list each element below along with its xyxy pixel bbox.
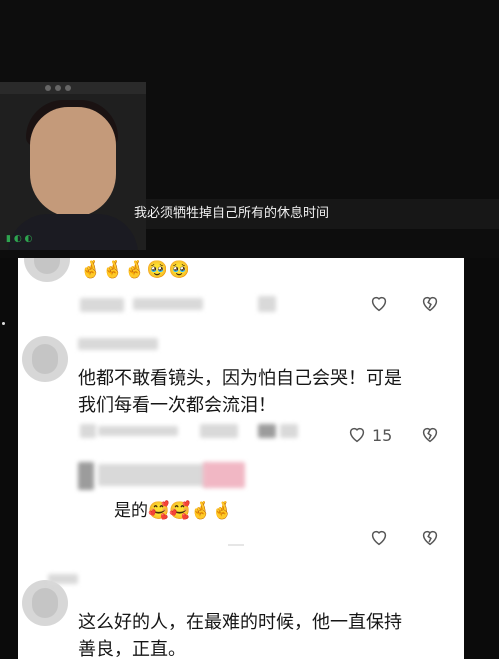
comment-meta-blurred — [258, 424, 276, 438]
person-shirt — [8, 214, 138, 250]
titlebar-dot — [65, 85, 71, 91]
avatar[interactable] — [24, 258, 70, 282]
like-heart-icon[interactable] — [346, 423, 368, 445]
like-count: 15 — [372, 426, 393, 445]
comment-panel: 🤞🤞🤞🥹🥹 他都不敢看镜头，因为怕自己会哭！可是 我们每看一次都会流泪！ 15 … — [18, 258, 464, 659]
username-blurred — [78, 338, 158, 350]
comment-text-line: 我们每看一次都会流泪！ — [78, 395, 276, 416]
reply-avatar-blurred — [78, 462, 94, 490]
comment-meta-blurred — [98, 426, 178, 436]
broken-heart-icon[interactable] — [419, 292, 441, 314]
reply-username-blurred — [98, 464, 208, 486]
person-face — [30, 107, 116, 217]
divider — [228, 544, 244, 546]
broken-heart-icon[interactable] — [419, 423, 441, 445]
comment-meta-blurred — [200, 424, 238, 438]
titlebar-dot — [45, 85, 51, 91]
comment-emojis: 🤞🤞🤞🥹🥹 — [80, 260, 191, 280]
video-subtitle: 我必须牺牲掉自己所有的休息时间 — [134, 199, 499, 229]
avatar[interactable] — [22, 336, 68, 382]
comment-meta-blurred — [80, 298, 124, 312]
side-marker — [2, 322, 5, 325]
comment-meta-blurred — [258, 296, 276, 312]
comment-meta-blurred — [280, 424, 298, 438]
video-controls-icon[interactable]: ▮ ◐ ◐ — [6, 234, 32, 244]
reply-badge-blurred — [203, 462, 245, 488]
reply-text-words: 是的 — [114, 501, 148, 521]
like-heart-icon[interactable] — [368, 292, 390, 314]
avatar[interactable] — [22, 580, 68, 626]
comment-meta-blurred — [80, 424, 96, 438]
reply-emojis: 🥰🥰🤞🤞 — [148, 501, 233, 521]
comment-text-line: 这么好的人，在最难的时候，他一直保持 — [78, 612, 402, 633]
comment-text-line: 善良，正直。 — [78, 639, 186, 659]
comment-text-line: 他都不敢看镜头，因为怕自己会哭！可是 — [78, 368, 402, 389]
username-blurred — [48, 574, 78, 584]
comment-meta-blurred — [133, 298, 203, 310]
titlebar-dot — [55, 85, 61, 91]
reply-text: 是的🥰🥰🤞🤞 — [114, 496, 233, 521]
video-thumbnail[interactable]: ▮ ◐ ◐ — [0, 82, 146, 250]
broken-heart-icon[interactable] — [419, 526, 441, 548]
window-titlebar — [0, 82, 146, 94]
video-area: ▮ ◐ ◐ 我必须牺牲掉自己所有的休息时间 — [0, 0, 499, 258]
like-heart-icon[interactable] — [368, 526, 390, 548]
